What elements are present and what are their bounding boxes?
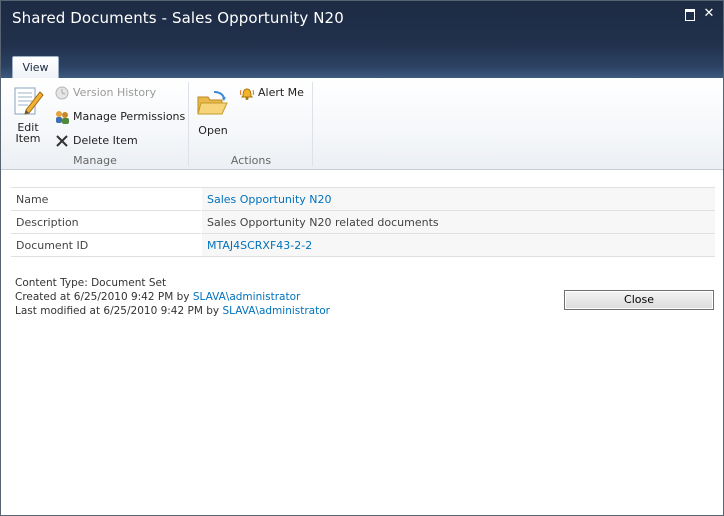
document-id-link[interactable]: MTAJ4SCRXF43-2-2 — [207, 239, 312, 252]
group-divider — [188, 82, 189, 166]
properties-table: Name Sales Opportunity N20 Description S… — [11, 187, 715, 257]
manage-permissions-button[interactable]: Manage Permissions — [54, 108, 185, 126]
modified-by-link[interactable]: SLAVA\administrator — [222, 305, 330, 317]
property-row: Description Sales Opportunity N20 relate… — [11, 210, 715, 234]
manage-permissions-label: Manage Permissions — [73, 110, 186, 123]
group-divider — [312, 82, 313, 166]
modified-info: Last modified at 6/25/2010 9:42 PM by SL… — [15, 304, 330, 318]
open-button[interactable]: Open — [195, 90, 231, 136]
property-label: Name — [11, 187, 202, 211]
property-row: Document ID MTAJ4SCRXF43-2-2 — [11, 233, 715, 257]
folder-open-icon — [197, 91, 228, 115]
delete-item-button[interactable]: Delete Item — [54, 132, 138, 150]
actions-group-label: Actions — [230, 154, 272, 167]
name-link[interactable]: Sales Opportunity N20 — [207, 193, 332, 206]
close-icon[interactable]: ✕ — [702, 7, 716, 21]
ribbon: Edit Item Version History Manage Permiss… — [1, 78, 723, 170]
created-text: Created at 6/25/2010 9:42 PM by — [15, 291, 190, 303]
tab-view[interactable]: View — [12, 56, 59, 79]
dialog-title: Shared Documents - Sales Opportunity N20 — [12, 9, 344, 27]
item-metadata: Content Type: Document Set Created at 6/… — [15, 276, 330, 318]
edit-item-icon — [14, 87, 44, 115]
delete-icon — [56, 135, 68, 147]
dialog-window: Shared Documents - Sales Opportunity N20… — [0, 0, 724, 516]
alert-me-button[interactable]: Alert Me — [239, 84, 304, 102]
maximize-icon[interactable] — [683, 7, 697, 21]
delete-item-label: Delete Item — [73, 134, 138, 147]
created-by-link[interactable]: SLAVA\administrator — [193, 291, 301, 303]
alert-me-label: Alert Me — [258, 86, 304, 99]
property-row: Name Sales Opportunity N20 — [11, 187, 715, 211]
manage-group-label: Manage — [73, 154, 117, 167]
title-bar: Shared Documents - Sales Opportunity N20… — [1, 1, 723, 79]
property-label: Document ID — [11, 233, 202, 257]
created-info: Created at 6/25/2010 9:42 PM by SLAVA\ad… — [15, 290, 330, 304]
property-label: Description — [11, 210, 202, 234]
close-button[interactable]: Close — [564, 290, 714, 310]
open-label: Open — [198, 124, 228, 137]
manage-permissions-icon — [56, 111, 69, 124]
version-history-icon — [55, 86, 69, 100]
property-value: Sales Opportunity N20 related documents — [201, 210, 715, 234]
bell-icon — [240, 88, 254, 100]
version-history-button[interactable]: Version History — [54, 84, 156, 102]
edit-item-label-2: Item — [15, 132, 41, 145]
edit-item-button[interactable]: Edit Item — [9, 86, 47, 144]
version-history-label: Version History — [73, 86, 157, 99]
content-area: Name Sales Opportunity N20 Description S… — [1, 170, 723, 515]
modified-text: Last modified at 6/25/2010 9:42 PM by — [15, 305, 220, 317]
content-type: Content Type: Document Set — [15, 277, 167, 289]
